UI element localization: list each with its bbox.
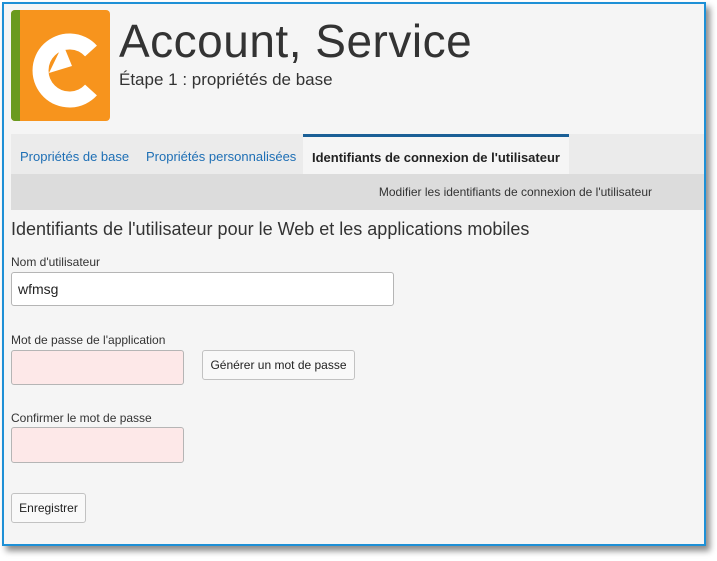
save-button[interactable]: Enregistrer	[11, 493, 86, 523]
sub-toolbar: Modifier les identifiants de connexion d…	[11, 174, 704, 210]
app-window: Account, Service Étape 1 : propriétés de…	[2, 2, 706, 546]
confirm-password-input[interactable]	[11, 427, 184, 463]
app-password-label: Mot de passe de l'application	[11, 333, 166, 347]
username-input[interactable]	[11, 272, 394, 306]
tab-basic-properties[interactable]: Propriétés de base	[20, 134, 129, 174]
tab-custom-properties[interactable]: Propriétés personnalisées	[146, 134, 296, 174]
page-subtitle: Étape 1 : propriétés de base	[119, 70, 333, 89]
username-label: Nom d'utilisateur	[11, 255, 100, 269]
section-title: Identifiants de l'utilisateur pour le We…	[11, 219, 530, 239]
confirm-password-label: Confirmer le mot de passe	[11, 411, 152, 425]
tab-bar: Propriétés de base Propriétés personnali…	[11, 134, 704, 174]
app-logo-icon	[11, 10, 110, 121]
generate-password-button[interactable]: Générer un mot de passe	[202, 350, 355, 380]
edit-credentials-link[interactable]: Modifier les identifiants de connexion d…	[379, 185, 652, 199]
app-password-input[interactable]	[11, 350, 184, 385]
logo-glyph	[32, 33, 97, 108]
page-title: Account, Service	[119, 15, 473, 67]
tab-user-credentials[interactable]: Identifiants de connexion de l'utilisate…	[303, 134, 569, 174]
